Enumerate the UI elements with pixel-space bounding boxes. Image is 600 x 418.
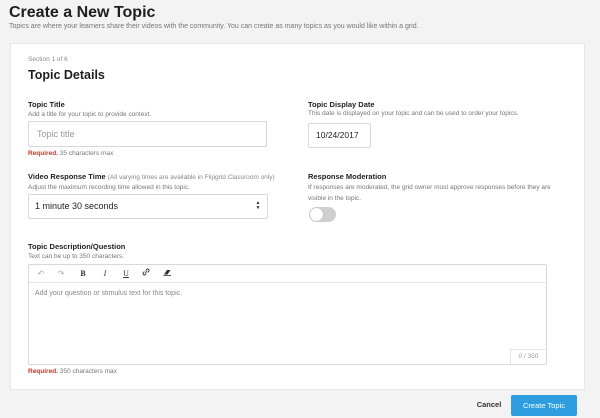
description-requirement: Required. 350 characters max bbox=[28, 368, 117, 375]
topic-title-requirement: Required. 35 characters max bbox=[28, 150, 113, 157]
editor-toolbar: ↶ ↷ B I U bbox=[29, 265, 546, 283]
link-icon[interactable] bbox=[140, 268, 152, 280]
response-time-help: Adjust the maximum recording time allowe… bbox=[28, 184, 190, 191]
create-topic-button[interactable]: Create Topic bbox=[511, 395, 577, 416]
redo-icon[interactable]: ↷ bbox=[55, 268, 67, 280]
description-editor[interactable]: ↶ ↷ B I U Add your question or stimulus … bbox=[28, 264, 547, 365]
required-text: 35 characters max bbox=[59, 150, 114, 157]
response-time-select[interactable]: 1 minute 30 seconds ▲ ▼ bbox=[28, 194, 268, 219]
cancel-button[interactable]: Cancel bbox=[470, 396, 508, 414]
response-time-note: (All varying times are available in Flip… bbox=[107, 174, 275, 181]
section-label: Section 1 of 6 bbox=[28, 56, 68, 63]
moderation-label: Response Moderation bbox=[308, 172, 387, 181]
moderation-help-line2: visible in the topic. bbox=[308, 195, 362, 202]
select-arrows-icon: ▲ ▼ bbox=[255, 200, 261, 211]
underline-icon[interactable]: U bbox=[120, 268, 132, 280]
moderation-toggle[interactable] bbox=[309, 207, 336, 222]
undo-icon[interactable]: ↶ bbox=[35, 268, 47, 280]
description-label: Topic Description/Question bbox=[28, 242, 126, 251]
topic-title-help: Add a title for your topic to provide co… bbox=[28, 111, 152, 118]
topic-title-input[interactable]: Topic title bbox=[28, 121, 267, 147]
character-counter: 0 / 350 bbox=[510, 349, 546, 364]
description-required-label: Required. bbox=[28, 368, 58, 375]
response-time-value: 1 minute 30 seconds bbox=[35, 201, 119, 211]
toggle-knob bbox=[310, 208, 323, 221]
page-title: Create a New Topic bbox=[9, 4, 156, 21]
moderation-help-line1: If responses are moderated, the grid own… bbox=[308, 184, 551, 191]
clear-format-icon[interactable] bbox=[161, 268, 173, 280]
description-help: Text can be up to 350 characters. bbox=[28, 253, 125, 260]
page-subtitle: Topics are where your learners share the… bbox=[9, 23, 419, 30]
italic-icon[interactable]: I bbox=[99, 268, 111, 280]
topic-title-label: Topic Title bbox=[28, 100, 65, 109]
description-placeholder: Add your question or stimulus text for t… bbox=[35, 290, 183, 297]
section-title: Topic Details bbox=[28, 68, 105, 82]
bold-icon[interactable]: B bbox=[77, 268, 89, 280]
response-time-label-text: Video Response Time bbox=[28, 172, 106, 181]
display-date-help: This date is displayed on your topic and… bbox=[308, 110, 519, 117]
display-date-input[interactable]: 10/24/2017 bbox=[308, 123, 371, 148]
display-date-label: Topic Display Date bbox=[308, 100, 375, 109]
required-label: Required. bbox=[28, 150, 58, 157]
topic-details-card: Section 1 of 6 Topic Details Topic Title… bbox=[10, 43, 585, 390]
description-required-text: 350 characters max bbox=[59, 368, 117, 375]
response-time-label: Video Response Time (All varying times a… bbox=[28, 172, 275, 181]
